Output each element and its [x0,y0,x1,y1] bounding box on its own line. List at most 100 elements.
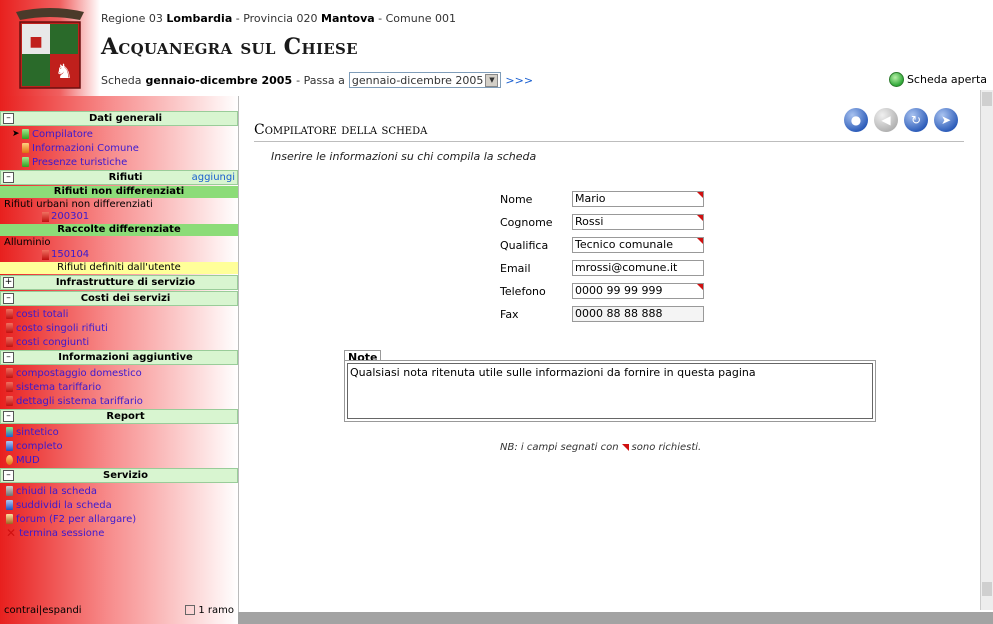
sidebar-item-compilatore[interactable]: ➤ Compilatore [0,127,238,141]
sidebar-item-label: forum (F2 per allargare) [16,513,137,525]
sidebar: – Dati generali ➤ Compilatore Informazio… [0,96,239,624]
form-row-fax: Fax 0000 88 88 888 [500,305,704,323]
page-icon [6,368,13,378]
section-dati-generali[interactable]: – Dati generali [0,111,238,126]
report-icon [6,427,13,437]
section-costi[interactable]: – Costi dei servizi [0,291,238,306]
page-icon [6,309,13,319]
collapse-icon[interactable]: – [3,411,14,422]
section-label: Costi dei servizi [80,293,171,304]
collapse-icon[interactable]: – [3,352,14,363]
scroll-down-button[interactable] [982,582,992,596]
more-link[interactable]: >>> [505,74,533,87]
scheda-selector-line: Scheda gennaio-dicembre 2005 - Passa a g… [101,72,533,88]
sidebar-tree: – Dati generali ➤ Compilatore Informazio… [0,110,238,540]
section-servizio[interactable]: – Servizio [0,468,238,483]
section-report[interactable]: – Report [0,409,238,424]
qualifica-field[interactable]: Tecnico comunale [572,237,704,253]
forum-icon [6,514,13,524]
split-icon [6,500,13,510]
field-label: Cognome [500,215,553,229]
chevron-down-icon[interactable]: ▼ [485,73,499,87]
rifiuti-utente-link[interactable]: Rifiuti definiti dall'utente [0,262,238,274]
sidebar-item-compostaggio[interactable]: compostaggio domestico [0,366,238,380]
form-row-qualifica: Qualifica Tecnico comunale [500,236,704,254]
tree-controls: contrai|espandi [4,605,82,616]
contrai-link[interactable]: contrai [4,605,39,616]
ramo-checkbox[interactable]: 1 ramo [185,605,234,616]
sidebar-item-label: chiudi la scheda [16,485,98,497]
section-rifiuti[interactable]: – Rifiuti aggiungi [0,170,238,185]
add-rifiuto-link[interactable]: aggiungi [192,172,235,183]
municipal-crest-icon: ♞ ■ [16,8,84,89]
refresh-icon[interactable]: ● [844,108,868,132]
page-icon [6,337,13,347]
rifiuto-code-200301[interactable]: 200301 [0,210,238,223]
svg-text:■: ■ [29,34,42,50]
field-label: Fax [500,307,519,321]
sidebar-item-chiudi[interactable]: chiudi la scheda [0,484,238,498]
sidebar-item-costi-totali[interactable]: costi totali [0,307,238,321]
reload-icon[interactable]: ↻ [904,108,928,132]
sidebar-item-forum[interactable]: forum (F2 per allargare) [0,512,238,526]
form-row-nome: Nome Mario [500,190,704,208]
sidebar-item-dettagli-tariffario[interactable]: dettagli sistema tariffario [0,394,238,408]
gear-icon [6,455,13,465]
vertical-scrollbar[interactable] [980,90,993,610]
sidebar-item-label: compostaggio domestico [16,367,142,379]
sidebar-item-label: sistema tariffario [16,381,102,393]
sidebar-item-sintetico[interactable]: sintetico [0,425,238,439]
expand-icon[interactable]: + [3,277,14,288]
sidebar-item-label: sintetico [16,426,59,438]
cognome-field[interactable]: Rossi [572,214,704,230]
checkbox-icon[interactable] [185,605,196,615]
collapse-icon[interactable]: – [3,470,14,481]
section-infrastrutture[interactable]: + Infrastrutture di servizio [0,275,238,290]
horizontal-scrollbar[interactable] [238,612,993,624]
sidebar-item-informazioni-comune[interactable]: Informazioni Comune [0,141,238,155]
page-icon [6,396,13,406]
sidebar-item-suddividi[interactable]: suddividi la scheda [0,498,238,512]
rifiuto-code-150104[interactable]: 150104 [0,248,238,261]
telefono-field[interactable]: 0000 99 99 999 [572,283,704,299]
required-fields-note: NB: i campi segnati con sono richiesti. [500,442,701,453]
page-icon [6,382,13,392]
province-name: Mantova [321,12,375,25]
forward-arrow-icon[interactable]: ➤ [934,108,958,132]
form-row-cognome: Cognome Rossi [500,213,704,231]
sidebar-item-costo-singoli[interactable]: costo singoli rifiuti [0,321,238,335]
comune-code: - Comune 001 [378,12,456,25]
rifiuto-non-diff-item: Rifiuti urbani non differenziati [4,199,153,210]
collapse-icon[interactable]: – [3,113,14,124]
ramo-label: 1 ramo [198,605,234,616]
main-content: Compilatore della scheda ● ◀ ↻ ➤ Inserir… [240,96,980,612]
collapse-icon[interactable]: – [3,293,14,304]
region-name: Lombardia [166,12,233,25]
scroll-up-button[interactable] [982,92,992,106]
back-arrow-icon[interactable]: ◀ [874,108,898,132]
fax-field[interactable]: 0000 88 88 888 [572,306,704,322]
sidebar-item-termina[interactable]: ✕ termina sessione [0,526,238,540]
sidebar-item-completo[interactable]: completo [0,439,238,453]
section-label: Informazioni aggiuntive [58,352,193,363]
period-select[interactable]: gennaio-dicembre 2005 ▼ [348,72,502,88]
sidebar-item-mud[interactable]: MUD [0,453,238,467]
period-select-value: gennaio-dicembre 2005 [351,73,484,87]
rifiuto-code-label: 150104 [51,249,90,260]
note-textarea[interactable]: Qualsiasi nota ritenuta utile sulle info… [347,363,873,419]
page-icon [22,157,29,167]
page-icon [22,129,29,139]
sidebar-item-label: suddividi la scheda [16,499,112,511]
sidebar-item-presenze-turistiche[interactable]: Presenze turistiche [0,155,238,169]
sidebar-item-costi-congiunti[interactable]: costi congiunti [0,335,238,349]
nome-field[interactable]: Mario [572,191,704,207]
sidebar-item-label: dettagli sistema tariffario [16,395,143,407]
page-icon [22,143,29,153]
page-icon [6,323,13,333]
collapse-icon[interactable]: – [3,172,14,183]
email-field[interactable]: mrossi@comune.it [572,260,704,276]
sidebar-item-label: costi totali [16,308,69,320]
section-info-aggiuntive[interactable]: – Informazioni aggiuntive [0,350,238,365]
sidebar-item-sistema-tariffario[interactable]: sistema tariffario [0,380,238,394]
espandi-link[interactable]: espandi [42,605,81,616]
